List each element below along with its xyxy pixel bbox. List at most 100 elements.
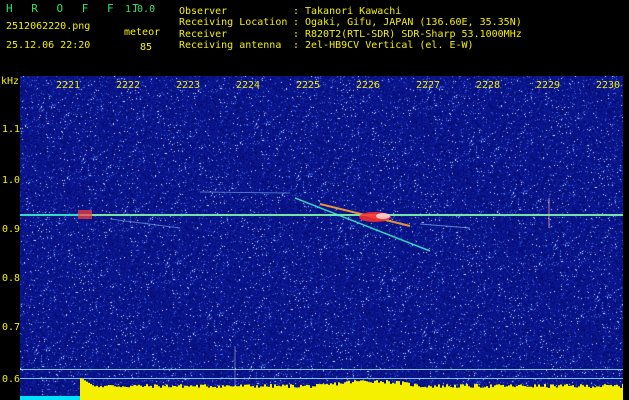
level-bar-segment xyxy=(614,385,616,400)
level-bar-segment xyxy=(360,380,362,400)
level-bar-segment xyxy=(416,384,418,400)
level-bar-segment xyxy=(240,384,242,400)
level-bar-segment xyxy=(450,386,452,400)
level-bar-segment xyxy=(506,386,508,400)
time-tick: 2229 xyxy=(536,80,561,91)
info-separator: : xyxy=(293,40,300,51)
level-bar-segment xyxy=(612,386,614,400)
level-bar-segment xyxy=(542,386,544,400)
level-bar-segment xyxy=(220,387,222,400)
level-bar-segment xyxy=(116,386,118,400)
level-bar-segment xyxy=(232,386,234,400)
level-bar-segment xyxy=(50,396,52,400)
level-bar-segment xyxy=(550,384,552,400)
right-margin xyxy=(623,76,629,400)
level-bar-segment xyxy=(500,385,502,400)
level-bar-segment xyxy=(44,396,46,400)
level-bar-segment xyxy=(458,387,460,400)
level-bar-segment xyxy=(266,386,268,400)
level-bar-segment xyxy=(496,384,498,400)
level-bar-segment xyxy=(120,387,122,400)
meteor-echo-trace xyxy=(294,197,431,252)
info-value-antenna: 2el-HB9CV Vertical (el. E-W) xyxy=(305,40,474,51)
level-bar-segment xyxy=(278,385,280,400)
level-bar-segment xyxy=(78,396,80,400)
level-bar-segment xyxy=(418,386,420,400)
level-bar-segment xyxy=(514,387,516,400)
level-bar-segment xyxy=(546,387,548,400)
level-bar-segment xyxy=(396,380,398,400)
level-bar-segment xyxy=(454,384,456,400)
level-bar-segment xyxy=(608,385,610,400)
level-bar-segment xyxy=(98,387,100,400)
level-bar-segment xyxy=(188,386,190,400)
level-bar-segment xyxy=(196,384,198,400)
level-bar-segment xyxy=(270,384,272,400)
level-bar-segment xyxy=(108,384,110,400)
level-bar-segment xyxy=(576,387,578,400)
level-bar-segment xyxy=(328,384,330,400)
level-bar-segment xyxy=(162,385,164,400)
level-bar-segment xyxy=(94,386,96,400)
level-bar-segment xyxy=(216,387,218,400)
level-bar-segment xyxy=(106,385,108,400)
time-tick: 2222 xyxy=(116,80,141,91)
meteor-count: 85 xyxy=(140,42,153,53)
level-bar-segment xyxy=(342,383,344,400)
level-bar-segment xyxy=(436,386,438,400)
level-bar-segment xyxy=(96,385,98,400)
level-bar-segment xyxy=(80,378,82,400)
level-bar-segment xyxy=(364,380,366,400)
level-bar-segment xyxy=(212,387,214,400)
level-bar-segment xyxy=(374,380,376,400)
level-bar-segment xyxy=(166,384,168,400)
level-bar-segment xyxy=(130,385,132,400)
freq-tick: 0.9 xyxy=(2,224,21,235)
level-bar-segment xyxy=(246,384,248,400)
level-bar-segment xyxy=(70,396,72,400)
level-bar-segment xyxy=(522,385,524,400)
level-bar-segment xyxy=(410,386,412,400)
freq-tick: 1.1 xyxy=(2,124,21,135)
freq-tick: 0.7 xyxy=(2,322,21,333)
level-bar-segment xyxy=(402,381,404,400)
level-bar-segment xyxy=(66,396,68,400)
level-bar-segment xyxy=(398,381,400,400)
level-bar-segment xyxy=(30,396,32,400)
level-bar-segment xyxy=(184,385,186,400)
level-bar-segment xyxy=(508,385,510,400)
level-bar-segment xyxy=(190,385,192,400)
level-bar-segment xyxy=(566,384,568,400)
level-bar-segment xyxy=(362,380,364,400)
level-bar-segment xyxy=(64,396,66,400)
level-bar-segment xyxy=(310,387,312,400)
level-bar-segment xyxy=(562,386,564,400)
meteor-echo-faint xyxy=(199,191,291,194)
time-tick: 2230 xyxy=(596,80,621,91)
level-bar-segment xyxy=(588,386,590,400)
level-bar-segment xyxy=(358,381,360,400)
level-bar-segment xyxy=(432,387,434,400)
level-bar-segment xyxy=(262,386,264,400)
level-bar-segment xyxy=(472,387,474,400)
level-bar-segment xyxy=(46,396,48,400)
level-bar-segment xyxy=(346,381,348,400)
level-bar-segment xyxy=(490,384,492,400)
level-bar-segment xyxy=(224,386,226,400)
level-bar-segment xyxy=(134,384,136,400)
level-bar-segment xyxy=(204,384,206,400)
level-bar-segment xyxy=(170,387,172,400)
level-bar-segment xyxy=(338,382,340,400)
level-bar-segment xyxy=(56,396,58,400)
level-bar-segment xyxy=(424,386,426,400)
level-bar-segment xyxy=(548,387,550,400)
level-bar-segment xyxy=(560,384,562,400)
level-bar-segment xyxy=(384,383,386,400)
level-bar-segment xyxy=(326,383,328,400)
level-bar-segment xyxy=(540,386,542,400)
level-bar-segment xyxy=(406,382,408,400)
meteor-label: meteor xyxy=(124,27,161,38)
level-bar-segment xyxy=(248,384,250,400)
level-bar-segment xyxy=(142,386,144,400)
level-bar-segment xyxy=(486,386,488,400)
